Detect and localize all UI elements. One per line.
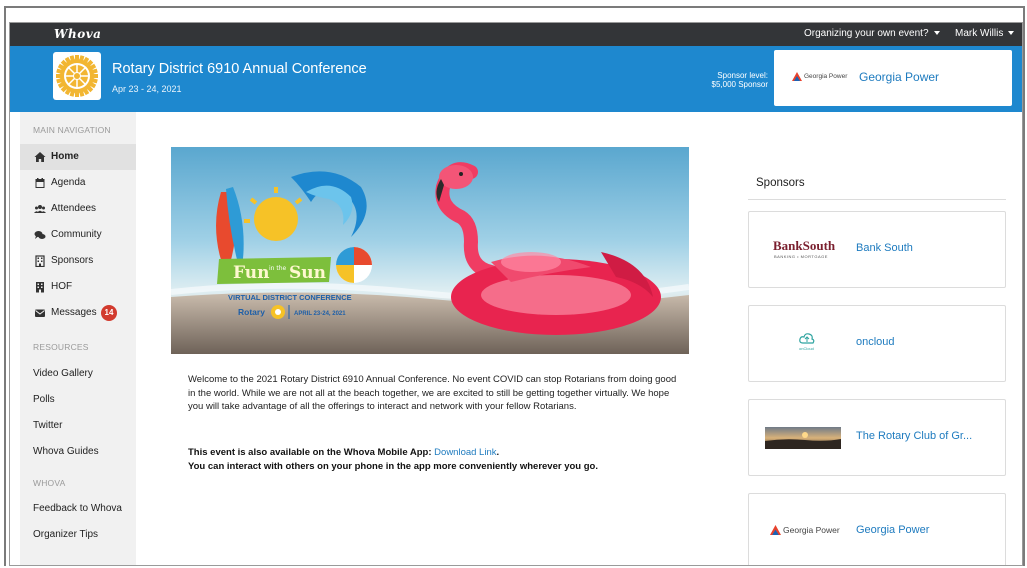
banner-sun-text: Sun — [289, 263, 326, 283]
bank-south-logo-sub: BANKING • MORTGAGE — [774, 254, 828, 259]
sidebar-item-label: Sponsors — [51, 255, 94, 266]
people-icon — [34, 205, 46, 213]
sidebar-item-video-gallery[interactable]: Video Gallery — [20, 361, 136, 387]
whova-heading: WHOVA — [33, 478, 66, 488]
rotary-club-logo-image — [765, 427, 841, 449]
sidebar-item-hof[interactable]: HOF — [20, 274, 136, 300]
sidebar: MAIN NAVIGATION Home Agenda Attendees Co… — [20, 112, 136, 565]
sidebar-item-messages[interactable]: Messages 14 — [20, 300, 136, 326]
sidebar-item-organizer-tips[interactable]: Organizer Tips — [20, 522, 136, 548]
sidebar-item-label: Twitter — [33, 420, 63, 431]
interact-line: You can interact with others on your pho… — [188, 460, 598, 472]
georgia-power-logo-icon — [770, 525, 781, 535]
download-link[interactable]: Download Link — [434, 447, 496, 458]
sidebar-item-label: Messages — [51, 307, 97, 318]
oncloud-logo: onCloud — [765, 326, 841, 362]
header-sponsor-card[interactable]: Georgia Power Georgia Power — [774, 50, 1012, 106]
caret-down-icon — [933, 31, 940, 36]
organizing-event-label: Organizing your own event? — [804, 28, 929, 39]
rotary-logo — [53, 52, 101, 100]
whova-logo[interactable]: Whova — [54, 27, 101, 41]
user-name: Mark Willis — [955, 28, 1004, 39]
banner-illustration: Fun in the Sun VIRTUAL DISTRICT CONFEREN… — [171, 147, 689, 354]
chat-bubbles-icon — [34, 231, 46, 239]
mobile-app-note: This event is also available on the Whov… — [188, 446, 688, 473]
sponsor-name[interactable]: The Rotary Club of Gr... — [856, 430, 972, 442]
sidebar-item-label: Polls — [33, 394, 55, 405]
banner-fun-text: Fun — [233, 263, 270, 283]
sidebar-item-label: Attendees — [51, 203, 97, 214]
banner-subtitle-text: VIRTUAL DISTRICT CONFERENCE — [228, 293, 352, 302]
home-icon — [34, 152, 46, 162]
sidebar-item-label: Agenda — [51, 177, 86, 188]
sponsor-card-rotary-club[interactable]: The Rotary Club of Gr... — [748, 399, 1006, 476]
sidebar-item-label: HOF — [51, 281, 73, 292]
sidebar-item-label: Video Gallery — [33, 368, 93, 379]
event-banner-image: Fun in the Sun VIRTUAL DISTRICT CONFEREN… — [171, 147, 689, 354]
sidebar-item-label: Home — [51, 151, 79, 162]
rotary-wheel-icon — [56, 55, 98, 97]
sponsor-level-label: Sponsor level: — [717, 71, 768, 80]
organizing-event-dropdown[interactable]: Organizing your own event? — [804, 28, 940, 39]
sidebar-item-label: Feedback to Whova — [33, 503, 122, 514]
sponsor-card-oncloud[interactable]: onCloud oncloud — [748, 305, 1006, 382]
sponsor-name[interactable]: Bank South — [856, 242, 913, 254]
header-sponsor-name[interactable]: Georgia Power — [859, 70, 939, 84]
banner-rotary-text: Rotary — [238, 307, 265, 317]
sponsor-name[interactable]: oncloud — [856, 336, 895, 348]
event-header: Rotary District 6910 Annual Conference A… — [10, 46, 1022, 112]
sidebar-item-home[interactable]: Home — [20, 144, 136, 170]
sidebar-item-label: Community — [51, 229, 102, 240]
sponsor-card-georgia-power[interactable]: Georgia Power Georgia Power — [748, 493, 1006, 565]
sidebar-item-whova-guides[interactable]: Whova Guides — [20, 439, 136, 465]
sidebar-item-agenda[interactable]: Agenda — [20, 170, 136, 196]
sidebar-item-attendees[interactable]: Attendees — [20, 196, 136, 222]
sponsor-card-bank-south[interactable]: BankSouth BANKING • MORTGAGE Bank South — [748, 211, 1006, 288]
bank-icon — [36, 282, 44, 293]
sidebar-item-label: Whova Guides — [33, 446, 99, 457]
georgia-power-logo-text: Georgia Power — [783, 525, 840, 535]
top-bar: Whova Organizing your own event? Mark Wi… — [10, 23, 1022, 46]
event-title: Rotary District 6910 Annual Conference — [112, 61, 367, 77]
envelope-icon — [35, 309, 45, 317]
sponsor-name[interactable]: Georgia Power — [856, 524, 929, 536]
sponsor-level: Sponsor level: $5,000 Sponsor — [712, 71, 769, 89]
mobile-app-line-end: . — [496, 447, 500, 458]
bank-south-logo: BankSouth BANKING • MORTGAGE — [765, 232, 841, 268]
sidebar-item-feedback[interactable]: Feedback to Whova — [20, 496, 136, 522]
sponsors-heading: Sponsors — [756, 177, 805, 189]
georgia-power-logo: Georgia Power — [765, 514, 841, 550]
sidebar-item-polls[interactable]: Polls — [20, 387, 136, 413]
sidebar-item-community[interactable]: Community — [20, 222, 136, 248]
messages-count-badge: 14 — [101, 305, 117, 321]
georgia-power-logo-icon — [792, 72, 802, 81]
event-date: Apr 23 - 24, 2021 — [112, 84, 182, 94]
caret-down-icon — [1008, 31, 1015, 36]
bank-south-logo-text: BankSouth — [773, 238, 836, 253]
resources-heading: RESOURCES — [33, 342, 89, 352]
welcome-message: Welcome to the 2021 Rotary District 6910… — [188, 374, 677, 412]
oncloud-logo-text: onCloud — [799, 346, 814, 351]
mobile-app-line: This event is also available on the Whov… — [188, 447, 435, 458]
main-navigation-heading: MAIN NAVIGATION — [33, 125, 111, 135]
browser-viewport: Whova Organizing your own event? Mark Wi… — [9, 22, 1023, 566]
calendar-icon — [35, 178, 45, 188]
banner-dates-text: APRIL 23-24, 2021 — [294, 311, 346, 317]
building-icon — [35, 255, 45, 267]
cloud-icon — [799, 333, 815, 344]
sponsor-level-value: $5,000 Sponsor — [711, 80, 769, 89]
user-menu-dropdown[interactable]: Mark Willis — [955, 28, 1015, 39]
header-sponsor-logo-text: Georgia Power — [804, 73, 848, 80]
sidebar-item-twitter[interactable]: Twitter — [20, 413, 136, 439]
sidebar-item-sponsors[interactable]: Sponsors — [20, 248, 136, 274]
sunset-photo — [765, 427, 841, 449]
sponsors-divider — [748, 199, 1006, 200]
banner-in-the-text: in the — [269, 265, 287, 272]
sidebar-item-label: Organizer Tips — [33, 529, 99, 540]
